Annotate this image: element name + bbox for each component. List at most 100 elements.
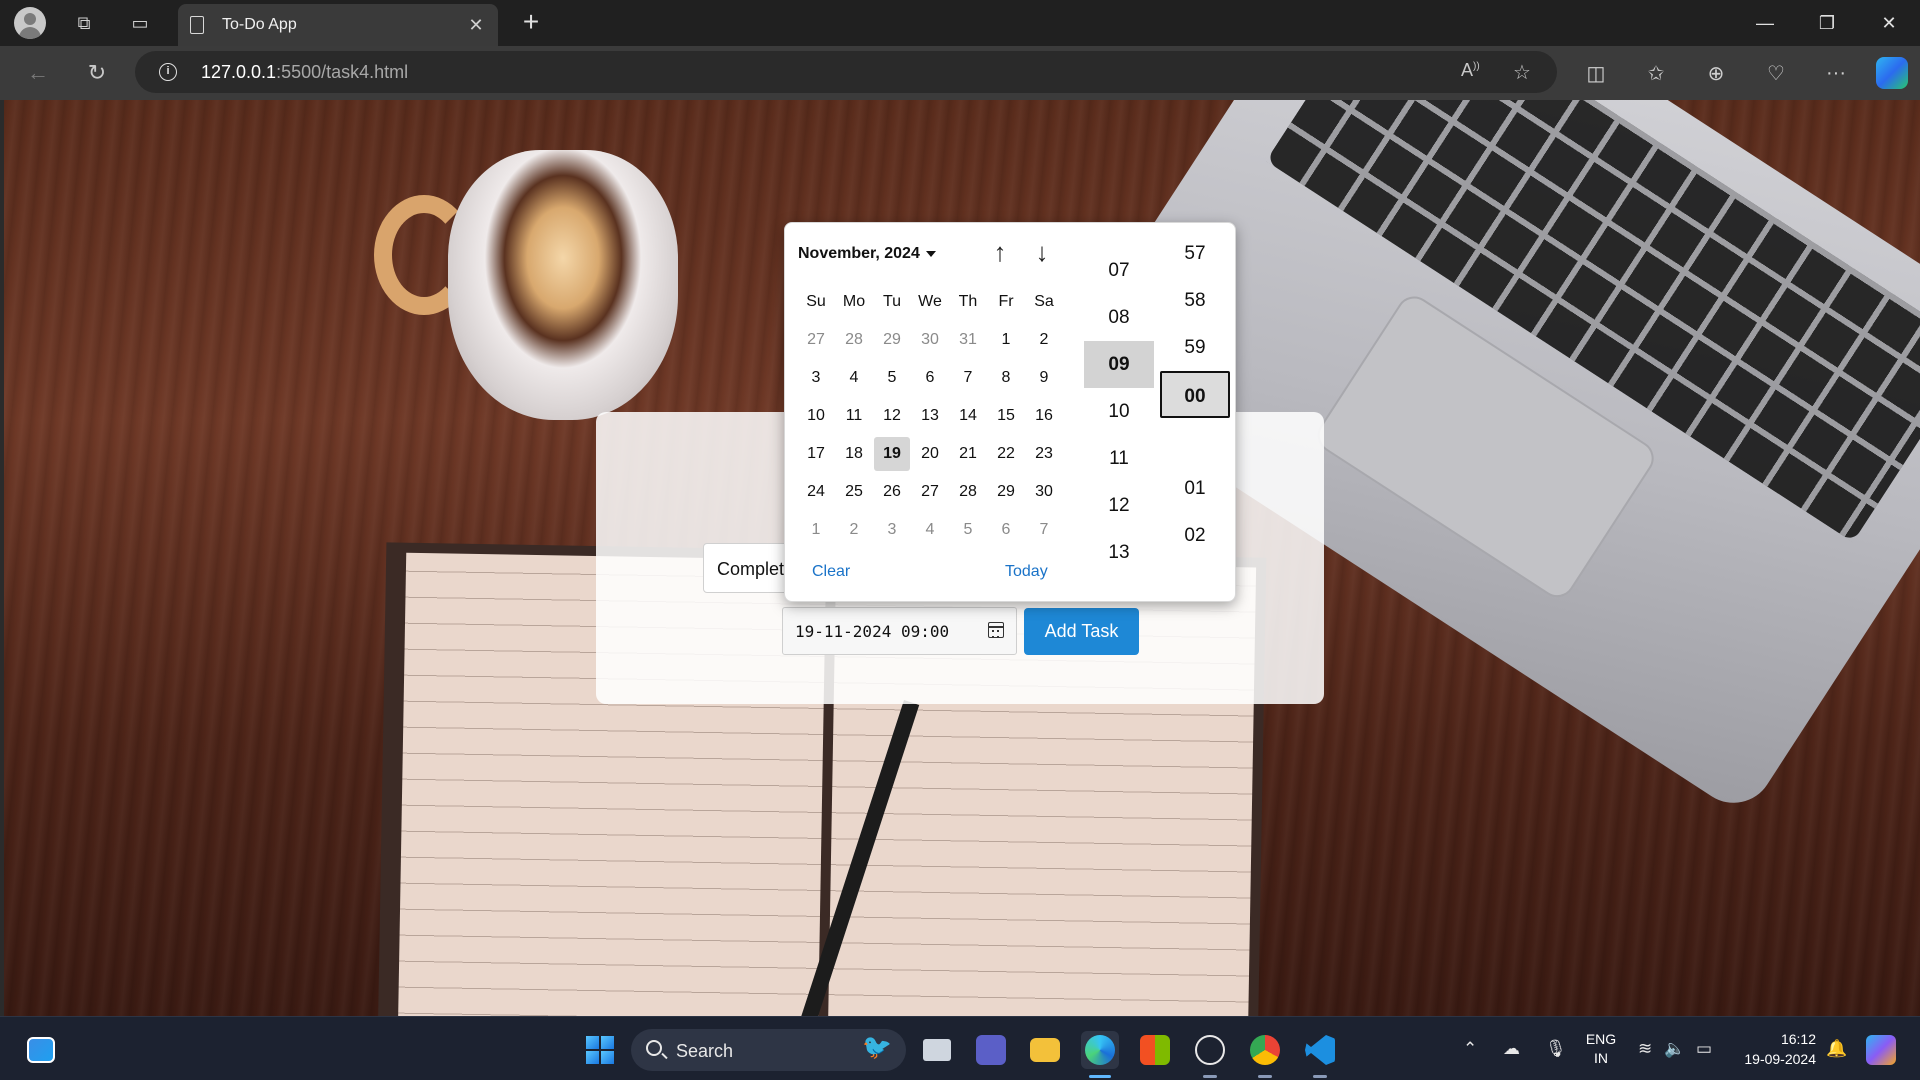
day-cell[interactable]: 21 <box>950 437 986 471</box>
prev-month-arrow-icon[interactable]: ↑ <box>982 235 1018 269</box>
task-view-icon[interactable] <box>918 1031 956 1069</box>
file-explorer-icon[interactable] <box>1026 1031 1064 1069</box>
day-cell[interactable]: 1 <box>798 513 834 547</box>
address-bar[interactable]: i 127.0.0.1:5500/task4.html A)) ☆ <box>135 51 1557 93</box>
minimize-button[interactable]: — <box>1736 6 1794 40</box>
minute-option[interactable]: 01 <box>1160 465 1230 512</box>
today-link[interactable]: Today <box>1005 563 1048 581</box>
hour-option-selected[interactable]: 09 <box>1084 341 1154 388</box>
day-cell[interactable]: 2 <box>1026 323 1062 357</box>
day-cell[interactable]: 7 <box>1026 513 1062 547</box>
day-cell[interactable]: 11 <box>836 399 872 433</box>
day-cell[interactable]: 12 <box>874 399 910 433</box>
day-cell[interactable]: 27 <box>798 323 834 357</box>
browser-essentials-icon[interactable]: ♡ <box>1758 56 1794 90</box>
microsoft-store-icon[interactable] <box>1136 1031 1174 1069</box>
language-top[interactable]: ENG <box>1584 1031 1618 1047</box>
hour-option[interactable]: 11 <box>1084 435 1154 482</box>
volume-icon[interactable]: 🔈 <box>1664 1039 1685 1059</box>
notification-bell-icon[interactable]: 🔔 <box>1826 1039 1847 1059</box>
refresh-icon[interactable]: ↻ <box>79 57 115 89</box>
widgets-icon[interactable] <box>22 1031 60 1069</box>
favorite-star-icon[interactable]: ☆ <box>1513 60 1531 85</box>
day-cell[interactable]: 10 <box>798 399 834 433</box>
day-cell[interactable]: 2 <box>836 513 872 547</box>
day-cell[interactable]: 23 <box>1026 437 1062 471</box>
hour-option[interactable]: 07 <box>1084 247 1154 294</box>
datetime-input[interactable]: 19-11-2024 09:00 <box>782 607 1017 655</box>
copilot-taskbar-icon[interactable] <box>1862 1031 1900 1069</box>
back-arrow-icon[interactable]: ← <box>20 57 56 89</box>
clock-time[interactable]: 16:12 <box>1736 1031 1816 1047</box>
language-bottom[interactable]: IN <box>1584 1050 1618 1066</box>
day-cell[interactable]: 17 <box>798 437 834 471</box>
hour-column[interactable]: 07 08 09 10 11 12 13 <box>1084 247 1154 576</box>
collections-icon[interactable]: ⊕ <box>1698 56 1734 90</box>
day-cell[interactable]: 6 <box>988 513 1024 547</box>
day-cell[interactable]: 5 <box>950 513 986 547</box>
tab-actions-icon[interactable]: ▭ <box>124 8 156 38</box>
hour-option[interactable]: 08 <box>1084 294 1154 341</box>
day-cell[interactable]: 15 <box>988 399 1024 433</box>
day-cell[interactable]: 24 <box>798 475 834 509</box>
wifi-icon[interactable]: ≋ <box>1638 1039 1652 1059</box>
minute-option[interactable]: 59 <box>1160 324 1230 371</box>
day-cell[interactable]: 18 <box>836 437 872 471</box>
day-cell[interactable]: 8 <box>988 361 1024 395</box>
new-tab-button[interactable]: + <box>516 8 546 36</box>
month-year-select[interactable]: November, 2024 <box>798 245 936 263</box>
day-cell[interactable]: 25 <box>836 475 872 509</box>
day-cell[interactable]: 29 <box>988 475 1024 509</box>
day-cell[interactable]: 30 <box>1026 475 1062 509</box>
day-cell-selected[interactable]: 19 <box>874 437 910 471</box>
next-month-arrow-icon[interactable]: ↓ <box>1024 235 1060 269</box>
chrome-icon[interactable] <box>1246 1031 1284 1078</box>
favorites-icon[interactable]: ✩ <box>1638 56 1674 90</box>
day-cell[interactable]: 6 <box>912 361 948 395</box>
day-cell[interactable]: 28 <box>836 323 872 357</box>
clear-link[interactable]: Clear <box>812 563 850 581</box>
tab-close-icon[interactable]: ✕ <box>464 15 488 36</box>
minute-option[interactable]: 57 <box>1160 230 1230 277</box>
edge-browser-icon[interactable] <box>1081 1031 1119 1078</box>
day-cell[interactable]: 7 <box>950 361 986 395</box>
site-info-icon[interactable]: i <box>159 63 177 81</box>
profile-avatar[interactable] <box>14 7 46 39</box>
more-menu-icon[interactable]: ··· <box>1818 56 1854 90</box>
minute-option-selected[interactable]: 00 <box>1160 371 1230 418</box>
day-cell[interactable]: 4 <box>912 513 948 547</box>
hour-option[interactable]: 10 <box>1084 388 1154 435</box>
vscode-icon[interactable] <box>1301 1031 1339 1078</box>
day-cell[interactable]: 29 <box>874 323 910 357</box>
minute-option[interactable]: 58 <box>1160 277 1230 324</box>
day-cell[interactable]: 9 <box>1026 361 1062 395</box>
start-windows-icon[interactable] <box>581 1031 619 1069</box>
day-cell[interactable]: 3 <box>798 361 834 395</box>
chatgpt-icon[interactable] <box>1191 1031 1229 1078</box>
restore-button[interactable]: ❐ <box>1798 6 1856 40</box>
clock-date[interactable]: 19-09-2024 <box>1736 1051 1816 1067</box>
calendar-icon[interactable] <box>988 622 1004 638</box>
workspaces-icon[interactable]: ⧉ <box>68 8 100 38</box>
hour-option[interactable]: 12 <box>1084 482 1154 529</box>
day-cell[interactable]: 5 <box>874 361 910 395</box>
day-cell[interactable]: 14 <box>950 399 986 433</box>
copilot-icon[interactable] <box>1876 57 1908 89</box>
day-cell[interactable]: 16 <box>1026 399 1062 433</box>
day-cell[interactable]: 4 <box>836 361 872 395</box>
minute-option[interactable]: 02 <box>1160 512 1230 559</box>
day-cell[interactable]: 31 <box>950 323 986 357</box>
day-cell[interactable]: 28 <box>950 475 986 509</box>
microphone-icon[interactable]: 🎙 <box>1545 1039 1567 1059</box>
day-cell[interactable]: 3 <box>874 513 910 547</box>
taskbar-search[interactable]: Search 🐦 <box>631 1029 906 1071</box>
chevron-up-icon[interactable]: ⌃ <box>1463 1039 1477 1059</box>
split-screen-icon[interactable]: ◫ <box>1578 56 1614 90</box>
day-cell[interactable]: 22 <box>988 437 1024 471</box>
day-cell[interactable]: 1 <box>988 323 1024 357</box>
minute-column[interactable]: 57 58 59 00 01 02 <box>1160 230 1230 559</box>
day-cell[interactable]: 27 <box>912 475 948 509</box>
day-cell[interactable]: 30 <box>912 323 948 357</box>
onedrive-icon[interactable]: ☁ <box>1503 1039 1520 1059</box>
read-aloud-icon[interactable]: A)) <box>1461 60 1480 81</box>
